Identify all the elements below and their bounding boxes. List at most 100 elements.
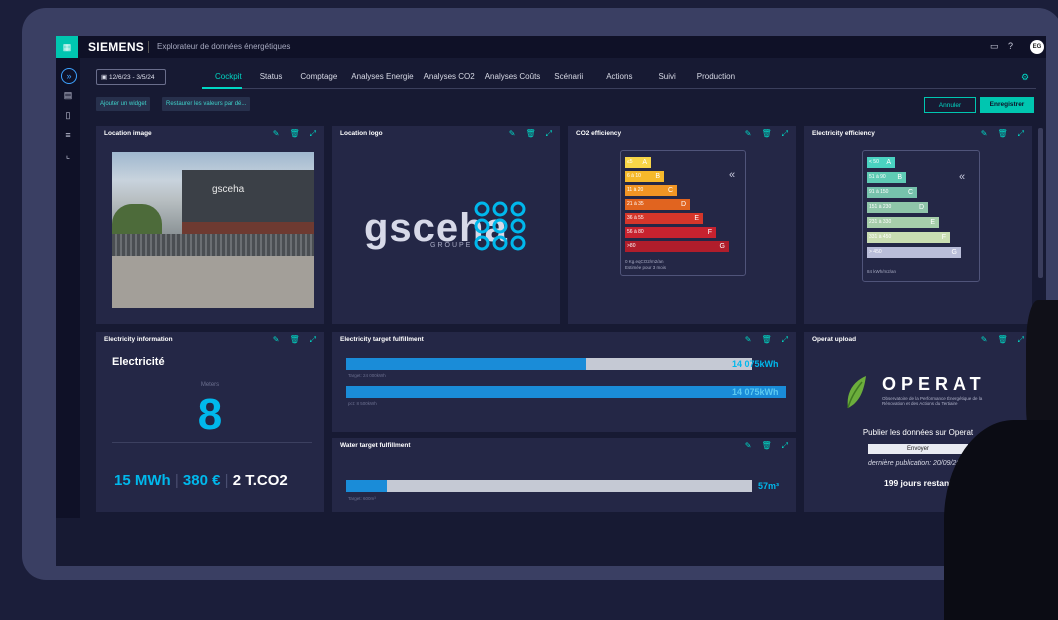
operat-subtitle: Observatoire de la Performance Énergétiq… [882, 396, 983, 406]
edit-icon[interactable]: ✎ [981, 129, 988, 139]
avatar[interactable]: EG [1030, 40, 1044, 54]
tab-comptage[interactable]: Comptage [291, 72, 346, 86]
scrollbar[interactable] [1038, 128, 1043, 278]
save-button[interactable]: Enregistrer [980, 97, 1034, 113]
tab-production[interactable]: Production [688, 72, 744, 86]
rating-range: ≤5 [627, 159, 633, 165]
trash-icon[interactable]: 🗑 [761, 441, 771, 451]
expand-icon[interactable]: ⤢ [310, 335, 316, 345]
tab-cockpit[interactable]: Cockpit [206, 72, 251, 86]
co2-label-box: ≤5 A 6 à 10 B 11 à 20 C 21 à 35 D 36 à 55 E 56 à 8… [620, 150, 746, 276]
card-actions: ✎ 🗑 ⤢ [981, 129, 1024, 139]
rating-bar-f: 56 à 80 F [625, 227, 716, 238]
rating-letter: A [642, 159, 647, 166]
trash-icon[interactable]: 🗑 [289, 335, 299, 345]
add-widget-button[interactable]: Ajouter un widget [96, 97, 151, 111]
card-actions: ✎ 🗑 ⤢ [745, 441, 788, 451]
edit-icon[interactable]: ✎ [981, 335, 988, 345]
tab-analyses-couts[interactable]: Analyses Coûts [480, 72, 546, 86]
rating-range: >80 [627, 243, 636, 249]
expand-icon[interactable]: ⤢ [310, 129, 316, 139]
progress-value: 57m³ [758, 481, 780, 491]
cancel-button[interactable]: Annuler [924, 97, 976, 113]
card-title: Electricity target fulfillment [340, 336, 424, 343]
divider [148, 41, 149, 53]
progress-target: Target: 600m³ [348, 496, 376, 501]
edit-icon[interactable]: ✎ [745, 441, 752, 451]
edit-icon[interactable]: ✎ [509, 129, 516, 139]
water-progress-bar [346, 480, 752, 492]
card-title: Electricity information [104, 336, 173, 343]
divider: | [224, 472, 229, 489]
rating-letter: D [918, 204, 924, 211]
tab-suivi[interactable]: Suivi [646, 72, 687, 86]
rating-range: 21 à 35 [627, 201, 644, 207]
rating-range: 56 à 80 [627, 229, 644, 235]
rating-range: > 450 [869, 249, 882, 255]
building-photo: gsceha [112, 152, 314, 308]
co2-value: 2 T.CO2 [232, 472, 288, 489]
rating-bar-c: 11 à 20 C [625, 185, 677, 196]
divider: | [174, 472, 179, 489]
progress-target: pct: 8 500kWh [348, 401, 377, 406]
expand-icon[interactable]: ⤢ [782, 335, 788, 345]
collapse-icon[interactable]: « [729, 169, 735, 181]
rating-range: 91 à 150 [869, 189, 889, 195]
edit-icon[interactable]: ✎ [273, 129, 280, 139]
brand-logo: SIEMENS [88, 40, 145, 54]
trash-icon[interactable]: 🗑 [761, 129, 771, 139]
date-range-picker[interactable]: ▣ 12/6/23 - 3/5/24 [96, 69, 166, 85]
card-title: Operat upload [812, 336, 857, 343]
trash-icon[interactable]: 🗑 [525, 129, 535, 139]
meters-count: 8 [197, 390, 223, 439]
energy-stats: 15 MWh | 380 € | 2 T.CO2 [114, 472, 288, 489]
tab-actions[interactable]: Actions [592, 72, 646, 86]
expand-icon[interactable]: » [61, 68, 77, 84]
tab-scenarii[interactable]: Scénarii [545, 72, 592, 86]
collapse-icon[interactable]: « [959, 171, 965, 183]
progress-value: 14 075kWh [732, 359, 779, 369]
tab-analyses-energie[interactable]: Analyses Energie [346, 72, 418, 86]
app-window: ▦ SIEMENS Explorateur de données énergét… [56, 36, 1046, 566]
rating-letter: F [941, 234, 946, 241]
tab-status[interactable]: Status [251, 72, 292, 86]
trash-icon[interactable]: 🗑 [761, 335, 771, 345]
meter-icon[interactable]: ≡ [61, 128, 75, 142]
dashboard-icon[interactable]: ▤ [61, 88, 75, 102]
expand-icon[interactable]: ⤢ [782, 129, 788, 139]
expand-icon[interactable]: ⤢ [782, 441, 788, 451]
operat-logo: OPERAT [882, 374, 986, 394]
edit-icon[interactable]: ✎ [273, 335, 280, 345]
progress-fill [346, 480, 387, 492]
card-location-logo: Location logo ✎ 🗑 ⤢ gsceha GROUPE [332, 126, 560, 324]
rating-range: 151 à 230 [869, 204, 892, 210]
rating-bar-e: 231 à 330 E [867, 217, 939, 228]
edit-icon[interactable]: ✎ [745, 129, 752, 139]
trash-icon[interactable]: 🗑 [289, 129, 299, 139]
co2-note-2: Estimée pour 3 mois [625, 265, 667, 270]
send-button[interactable]: Envoyer [868, 444, 968, 454]
card-title: CO2 efficiency [576, 130, 622, 137]
elec-label-box: < 50 A 51 à 90 B 91 à 150 C 151 à 230 D 231 à 33… [862, 150, 980, 282]
rating-bar-b: 6 à 10 B [625, 171, 664, 182]
expand-icon[interactable]: ⤢ [1018, 335, 1024, 345]
card-electricity-target: Electricity target fulfillment ✎ 🗑 ⤢ 14 07… [332, 332, 796, 432]
progress-fill [346, 386, 786, 398]
electricity-progress-bar-2 [346, 386, 786, 398]
edit-icon[interactable]: ✎ [745, 335, 752, 345]
expand-icon[interactable]: ⤢ [546, 129, 552, 139]
trash-icon[interactable]: 🗑 [997, 129, 1007, 139]
rating-range: < 50 [869, 159, 879, 165]
chart-icon[interactable]: ⌞ [61, 148, 75, 162]
document-icon[interactable]: ▯ [61, 108, 75, 122]
expand-icon[interactable]: ⤢ [1018, 129, 1024, 139]
rating-range: 331 à 450 [869, 234, 892, 240]
tab-analyses-co2[interactable]: Analyses CO2 [419, 72, 480, 86]
trash-icon[interactable]: 🗑 [997, 335, 1007, 345]
restore-button[interactable]: Restaurer les valeurs par dé... [162, 97, 251, 111]
help-icon[interactable]: ? [1008, 41, 1013, 51]
apps-grid-icon[interactable]: ▦ [56, 36, 78, 58]
gear-icon[interactable]: ⚙ [1021, 72, 1029, 83]
card-electricity-information: Electricity information ✎ 🗑 ⤢ Electricité … [96, 332, 324, 512]
chat-icon[interactable]: ▭ [990, 41, 999, 52]
